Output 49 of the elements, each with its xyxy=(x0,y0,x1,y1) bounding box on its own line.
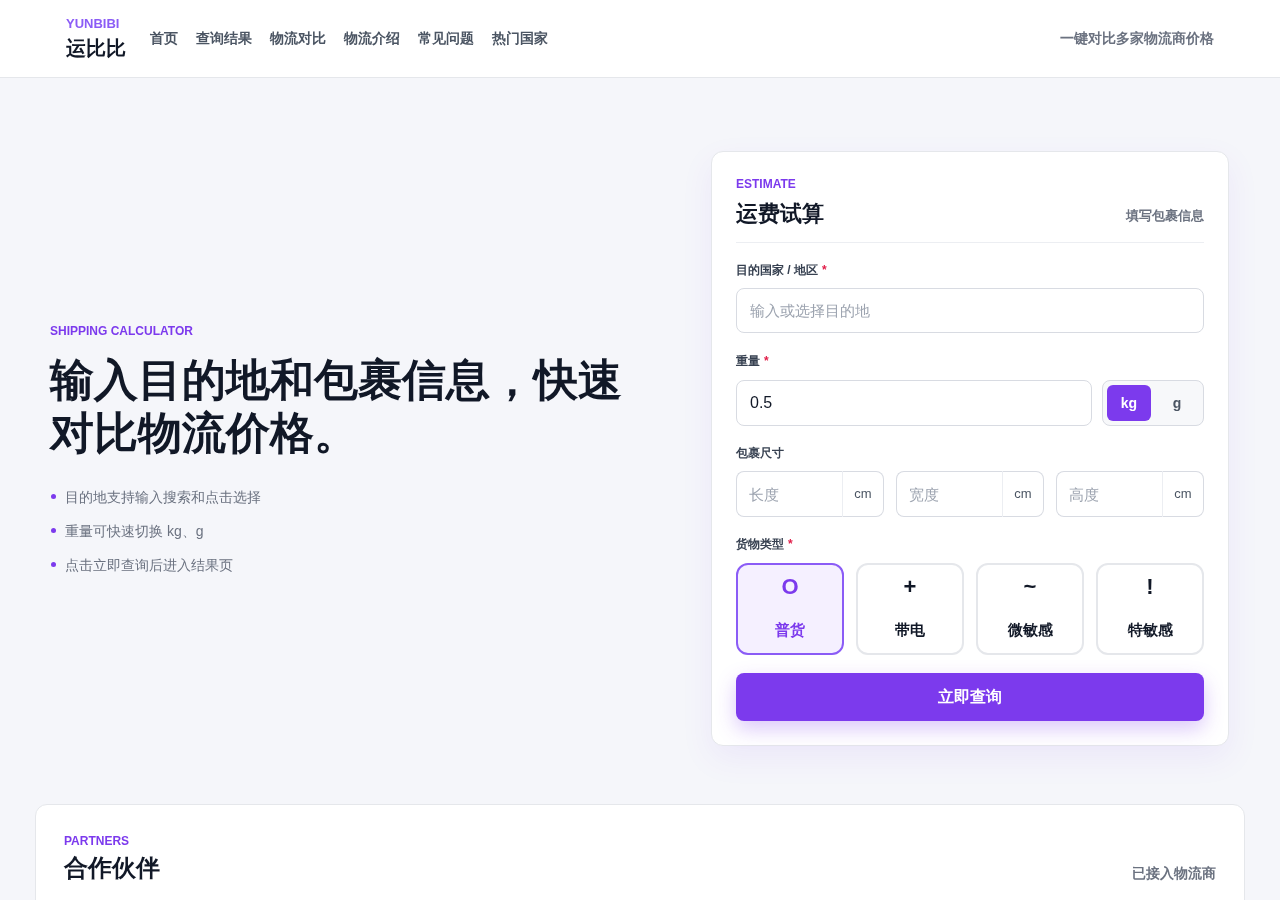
section-title: 合作伙伴 xyxy=(64,853,160,883)
required-mark: * xyxy=(822,262,827,278)
header-tagline: 一键对比多家物流商价格 xyxy=(1060,29,1214,48)
brand-tagline: YUNBIBI xyxy=(66,15,121,32)
bullet-icon xyxy=(51,494,56,499)
field-label: 目的国家 / 地区 xyxy=(736,262,818,278)
required-mark: * xyxy=(788,536,793,552)
hero-heading: 输入目的地和包裹信息，快速对比物流价格。 xyxy=(50,353,623,459)
cargo-type-option[interactable]: + 带电 xyxy=(856,563,964,655)
section-eyebrow: PARTNERS xyxy=(64,833,131,849)
cargo-symbol: O xyxy=(781,573,799,601)
nav-link[interactable]: 查询结果 xyxy=(196,28,252,49)
feature-text: 点击立即查询后进入结果页 xyxy=(65,555,233,575)
field-label: 货物类型 xyxy=(736,536,784,552)
card-title: 运费试算 xyxy=(736,200,824,228)
bullet-icon xyxy=(51,562,56,567)
card-eyebrow: ESTIMATE xyxy=(736,176,797,192)
nav-link[interactable]: 热门国家 xyxy=(492,28,548,49)
nav-link[interactable]: 物流介绍 xyxy=(344,28,400,49)
section-note: 已接入物流商 xyxy=(1132,864,1216,883)
dimension-field[interactable]: 高度 xyxy=(1056,471,1162,517)
feature-text: 目的地支持输入搜索和点击选择 xyxy=(65,487,261,507)
submit-button[interactable]: 立即查询 xyxy=(736,673,1204,721)
field-label: 包裹尺寸 xyxy=(736,445,784,461)
destination-field[interactable]: 输入或选择目的地 xyxy=(736,288,1204,333)
nav-link[interactable]: 首页 xyxy=(150,28,178,49)
unit-option[interactable]: g xyxy=(1155,385,1199,421)
unit-label: cm xyxy=(1002,471,1044,517)
cargo-type-option[interactable]: ~ 微敏感 xyxy=(976,563,1084,655)
feature-text: 重量可快速切换 kg、g xyxy=(65,521,204,541)
cargo-symbol: + xyxy=(903,573,917,601)
dimension-field[interactable]: 宽度 xyxy=(896,471,1002,517)
unit-option[interactable]: kg xyxy=(1107,385,1151,421)
section-eyebrow: SHIPPING CALCULATOR xyxy=(50,322,194,339)
card-hint: 填写包裹信息 xyxy=(1126,207,1204,225)
cargo-type-option[interactable]: ! 特敏感 xyxy=(1096,563,1204,655)
cargo-type-option[interactable]: O 普货 xyxy=(736,563,844,655)
brand-logo[interactable]: 运比比 xyxy=(66,33,126,62)
bullet-icon xyxy=(51,528,56,533)
weight-field[interactable]: 0.5 xyxy=(736,380,1092,426)
nav-link[interactable]: 常见问题 xyxy=(418,28,474,49)
cargo-symbol: ~ xyxy=(1023,573,1037,601)
unit-label: cm xyxy=(1162,471,1204,517)
cargo-symbol: ! xyxy=(1146,573,1154,601)
required-mark: * xyxy=(764,353,769,369)
dimension-field[interactable]: 长度 xyxy=(736,471,842,517)
field-label: 重量 xyxy=(736,353,760,369)
unit-label: cm xyxy=(842,471,884,517)
nav-link[interactable]: 物流对比 xyxy=(270,28,326,49)
